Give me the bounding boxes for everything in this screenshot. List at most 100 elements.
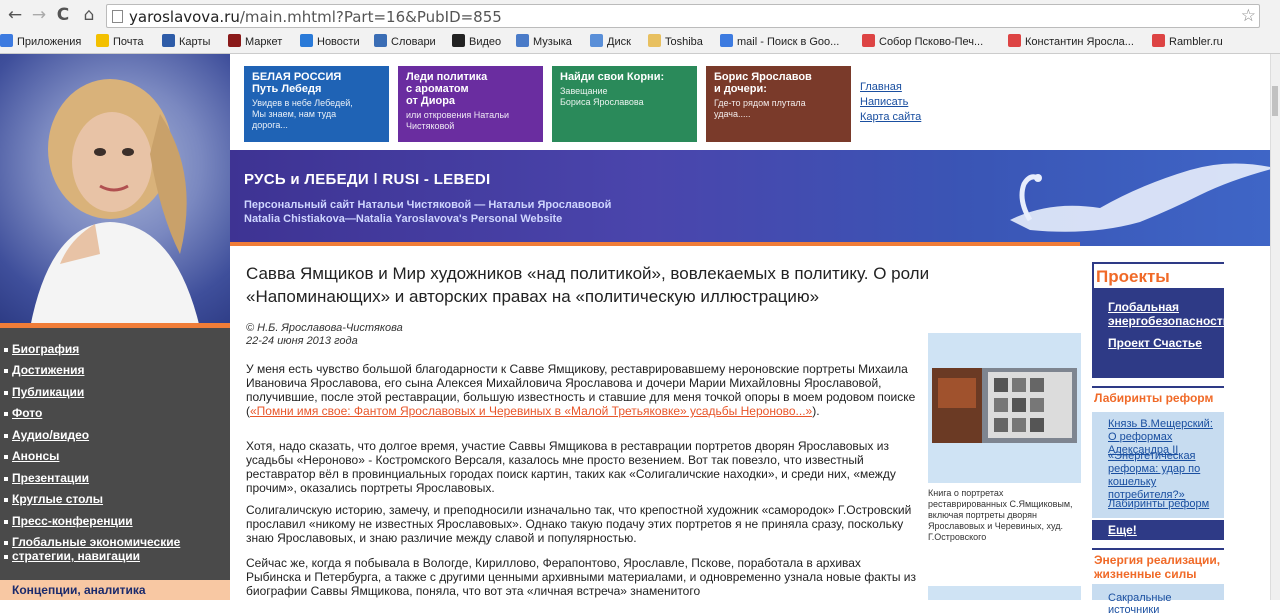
bookmark-mail[interactable]: Почта [96, 34, 144, 51]
box-boris-yaroslavov[interactable]: Борис Ярославов и дочери: Где-то рядом п… [706, 66, 851, 142]
reload-button[interactable]: C [52, 4, 74, 26]
bookmark-video[interactable]: Видео [452, 34, 501, 51]
mail-icon [96, 34, 109, 47]
bookmark-market[interactable]: Маркет [228, 34, 282, 51]
figure-caption: Книга о портретах реставрированных С.Ямщ… [928, 488, 1073, 542]
link-sitemap[interactable]: Карта сайта [860, 110, 921, 125]
swan-illustration [1010, 163, 1275, 232]
bookmark-apps[interactable]: Приложения [0, 34, 81, 51]
projects-box: Глобальная энергобезопасность Проект Сча… [1092, 290, 1230, 378]
menu-achievements[interactable]: Достижения [3, 363, 84, 377]
box-lady-politics[interactable]: Леди политика с ароматом от Диора или от… [398, 66, 543, 142]
url-path: /main.mhtml?Part=16&PubID=855 [239, 8, 502, 26]
music-icon [516, 34, 529, 47]
menu-announcements[interactable]: Анонсы [3, 449, 59, 463]
menu-press-conferences[interactable]: Пресс-конференции [4, 514, 133, 528]
energy-item[interactable]: Сакральные источники [1108, 592, 1224, 616]
box-title: БЕЛАЯ РОССИЯ Путь Лебедя [252, 71, 342, 95]
apps-icon [0, 34, 13, 47]
bookmark-maps[interactable]: Карты [162, 34, 210, 51]
box-title: Борис Ярославов и дочери: [714, 71, 812, 95]
menu-presentations[interactable]: Презентации [3, 471, 89, 485]
menu-biography[interactable]: Биография [3, 342, 79, 356]
more-button[interactable]: Еще! [1092, 520, 1224, 540]
forward-button[interactable]: → [28, 4, 50, 26]
left-menu: Биография Достижения Публикации Фото Ауд… [0, 328, 230, 580]
folder-icon [648, 34, 661, 47]
link-phantom-article[interactable]: «Помни имя свое: Фантом Ярославовых и Че… [250, 404, 812, 418]
yandex-icon [862, 34, 875, 47]
box-white-russia[interactable]: БЕЛАЯ РОССИЯ Путь Лебедя Увидев в небе Л… [244, 66, 389, 142]
project-energy-security[interactable]: Глобальная энергобезопасность [1108, 300, 1230, 328]
paragraph-4: Сейчас же, когда я побывала в Вологде, К… [246, 556, 916, 598]
article-title: Савва Ямщиков и Мир художников «над поли… [246, 264, 930, 306]
menu-global-strategies[interactable]: Глобальные экономические [3, 535, 180, 549]
menu-publications[interactable]: Публикации [3, 385, 84, 399]
dictionary-icon [374, 34, 387, 47]
box-subtitle: Увидев в небе Лебедей, Мы знаем, нам туд… [252, 98, 353, 130]
menu-global-strategies-2[interactable]: стратегии, навигации [3, 549, 140, 563]
box-title: Леди политика с ароматом от Диора [406, 71, 488, 107]
concepts-label: Концепции, аналитика [12, 583, 146, 597]
portrait-illustration [30, 79, 200, 328]
yandex-icon [1008, 34, 1021, 47]
energy-heading: Энергия реализации, жизненные силы [1092, 548, 1224, 582]
site-banner: РУСЬ и ЛЕБЕДИ ǀ RUSI - LEBEDI Персональн… [230, 150, 1280, 246]
box-title: Найди свои Корни: [560, 71, 665, 83]
url-text: yaroslavova.ru/main.mhtml?Part=16&PubID=… [129, 8, 502, 26]
bookmark-disk[interactable]: Диск [590, 34, 631, 51]
nav-row: ← → C ⌂ yaroslavova.ru/main.mhtml?Part=1… [0, 0, 1280, 32]
paragraph-1: У меня есть чувство большой благодарност… [246, 362, 916, 418]
paragraph-3: Солигаличскую историю, замечу, и преподн… [246, 503, 912, 545]
address-bar[interactable]: yaroslavova.ru/main.mhtml?Part=16&PubID=… [106, 4, 1260, 28]
banner-divider [230, 242, 1080, 246]
labyrinths-heading: Лабиринты реформ [1092, 386, 1224, 412]
bookmark-google-search[interactable]: mail - Поиск в Goo... [720, 34, 839, 51]
box-subtitle: Завещание Бориса Ярославова [560, 86, 644, 107]
url-domain: yaroslavova.ru [129, 8, 240, 26]
box-subtitle: или откровения Натальи Чистяковой [406, 110, 510, 131]
link-home[interactable]: Главная [860, 80, 921, 95]
maps-icon [162, 34, 175, 47]
left-section-concepts[interactable]: Концепции, аналитика [0, 580, 230, 600]
menu-round-tables[interactable]: Круглые столы [3, 492, 103, 506]
bookmark-konstantin[interactable]: Константин Яросла... [1008, 34, 1134, 51]
bookmark-dictionaries[interactable]: Словари [374, 34, 436, 51]
book-cover-illustration [932, 368, 1072, 443]
lab-item-energy-reform[interactable]: «Энергетическая реформа: удар по кошельк… [1108, 450, 1224, 502]
bookmark-toshiba[interactable]: Toshiba [648, 34, 703, 51]
project-happiness[interactable]: Проект Счастье [1108, 336, 1202, 350]
video-icon [452, 34, 465, 47]
bookmark-music[interactable]: Музыка [516, 34, 572, 51]
yandex-icon [1152, 34, 1165, 47]
link-write[interactable]: Написать [860, 95, 921, 110]
scroll-thumb[interactable] [1272, 86, 1278, 116]
news-icon [300, 34, 313, 47]
box-subtitle: Где-то рядом плутала удача..... [714, 98, 806, 119]
home-button[interactable]: ⌂ [78, 4, 100, 26]
market-icon [228, 34, 241, 47]
bookmark-sobor[interactable]: Собор Псково-Печ... [862, 34, 983, 51]
labyrinths-box: Князь В.Мещерский: О реформах Александра… [1092, 412, 1224, 518]
google-icon [720, 34, 733, 47]
back-button[interactable]: ← [4, 4, 26, 26]
book-image [932, 368, 1077, 443]
page-icon [112, 10, 123, 23]
page-scrollbar[interactable] [1270, 54, 1280, 600]
browser-chrome: ← → C ⌂ yaroslavova.ru/main.mhtml?Part=1… [0, 0, 1280, 54]
projects-heading: Проекты [1092, 262, 1224, 290]
lab-item-labyrinths[interactable]: Лабиринты реформ [1108, 498, 1209, 511]
bookmark-news[interactable]: Новости [300, 34, 360, 51]
box-find-roots[interactable]: Найди свои Корни: Завещание Бориса Яросл… [552, 66, 697, 142]
author-photo [0, 54, 230, 328]
menu-audio-video[interactable]: Аудио/видео [3, 428, 89, 442]
banner-title: РУСЬ и ЛЕБЕДИ ǀ RUSI - LEBEDI [244, 171, 491, 188]
right-margin [1224, 262, 1270, 600]
second-figure [928, 586, 1081, 600]
bookmark-rambler[interactable]: Rambler.ru [1152, 34, 1223, 51]
article-author: © Н.Б. Ярославова-Чистякова 22-24 июня 2… [246, 322, 403, 347]
bookmark-star-icon[interactable]: ☆ [1241, 6, 1256, 26]
menu-photo[interactable]: Фото [3, 406, 42, 420]
banner-subtitle: Персональный сайт Натальи Чистяковой — Н… [244, 199, 612, 225]
header-links: Главная Написать Карта сайта [860, 80, 921, 125]
